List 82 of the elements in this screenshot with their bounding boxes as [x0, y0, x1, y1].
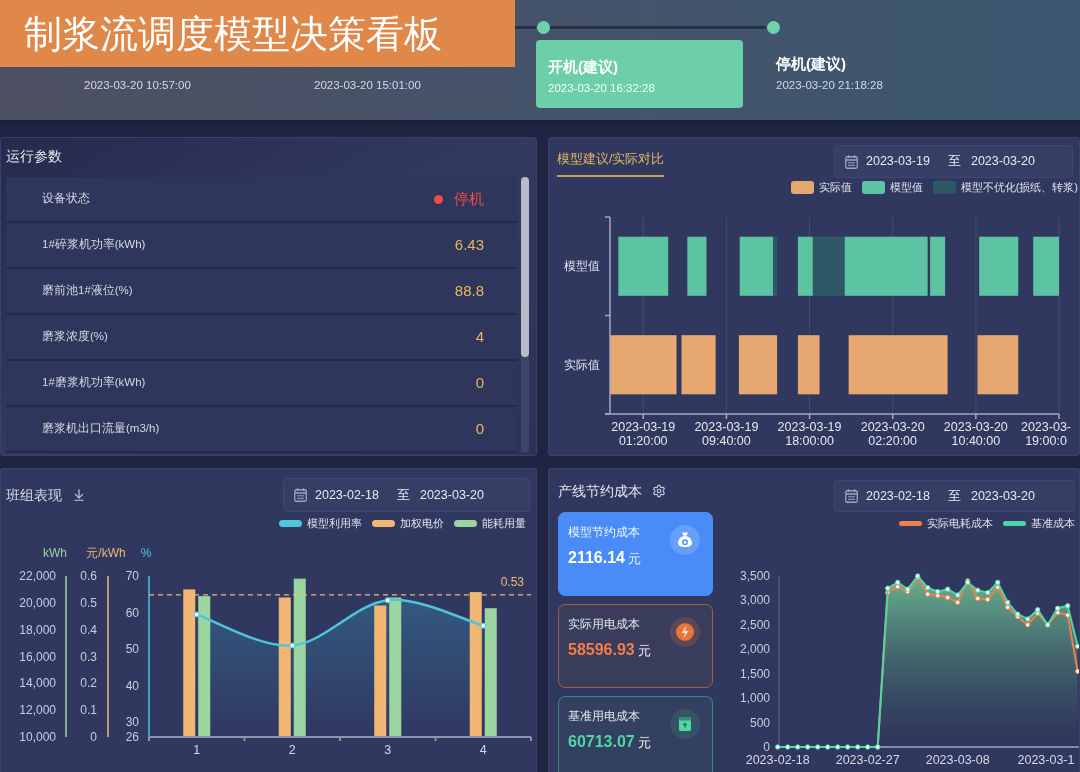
axis-label: 30 [125, 715, 139, 730]
card-unit: 元 [627, 551, 641, 568]
panel-title: 模型建议/实际对比 [557, 151, 665, 177]
axis-label: 2,000 [739, 642, 770, 657]
parameter-label: 1#磨浆机功率(kWh) [42, 375, 146, 391]
card-label: 实际用电成本 [568, 617, 641, 631]
axis-label: 26 [125, 730, 139, 744]
parameter-value: 0 [475, 418, 484, 439]
axis-unit: kWh [43, 545, 67, 561]
axis-label: 1 [192, 743, 202, 757]
card-unit: 元 [637, 735, 651, 752]
axis-label: 2,500 [739, 617, 770, 632]
axis-label: 2023-03-20 02:20:00 [859, 420, 926, 448]
parameter-label: 1#碎浆机功率(kWh) [42, 237, 146, 253]
axis-label: 14,000 [19, 676, 56, 691]
parameter-value: 0 [475, 372, 484, 393]
legend-label: 能耗用量 [482, 517, 526, 530]
axis-label: 1,000 [739, 691, 770, 706]
card-label: 模型节约成本 [568, 525, 641, 539]
axis-label: 2023-03-1 [1016, 753, 1076, 767]
axis-label: 模型值 [564, 259, 600, 275]
panel-title: 运行参数 [6, 148, 62, 167]
axis-label: 500 [749, 715, 770, 730]
axis-label: 4 [478, 743, 488, 757]
axis-unit: % [140, 545, 152, 561]
legend-label: 模型不优化(损纸、转浆) [960, 181, 1078, 194]
axis-label: 70 [125, 569, 139, 583]
axis-label: 0.4 [80, 622, 97, 637]
axis-label: 0.5 [80, 595, 97, 610]
parameter-value: 4 [475, 326, 484, 347]
axis-label: 2023-02-27 [834, 753, 901, 767]
axis-label: 12,000 [19, 703, 56, 718]
legend-label: 模型值 [889, 181, 923, 194]
axis-label: 1,500 [739, 666, 770, 681]
axis-label: 60 [125, 605, 139, 620]
card-value: 58596.93 [568, 640, 635, 660]
axis-label: 22,000 [19, 569, 56, 583]
legend-label: 加权电价 [400, 517, 444, 530]
axis-label: 18,000 [19, 622, 56, 637]
status-value: 停机 [454, 188, 484, 209]
axis-label: 40 [125, 678, 139, 693]
axis-label: 3,000 [739, 593, 770, 608]
axis-label: 0.6 [80, 569, 97, 583]
axis-label: 3 [383, 743, 393, 757]
card-label: 基准用电成本 [568, 709, 641, 723]
axis-label: 2023-03- 19:00:0 [1019, 420, 1072, 448]
legend-label: 实际电耗成本 [927, 517, 993, 530]
legend-label: 实际值 [818, 181, 852, 194]
axis-label: 16,000 [19, 649, 56, 664]
axis-label: 2 [287, 743, 297, 757]
parameter-label: 磨前池1#液位(%) [42, 283, 133, 299]
parameter-label: 磨浆机出口流量(m3/h) [42, 421, 160, 437]
panel-title: 产线节约成本 [558, 482, 642, 500]
card-unit: 元 [637, 643, 651, 660]
axis-label: 20,000 [19, 595, 56, 610]
axis-label: 2023-03-19 18:00:00 [776, 420, 843, 448]
axis-label: 0.1 [80, 703, 97, 718]
axis-label: 2023-03-19 09:40:00 [693, 420, 760, 448]
banner-title: 制浆流调度模型决策看板 [0, 0, 515, 67]
legend-label: 模型利用率 [307, 517, 362, 530]
axis-label: 实际值 [564, 357, 600, 373]
parameter-label: 磨浆浓度(%) [42, 329, 108, 345]
parameter-value: 88.8 [454, 280, 484, 301]
axis-label: 50 [125, 642, 139, 657]
card-value: 60713.07 [568, 732, 635, 752]
card-value: 2116.14 [568, 548, 625, 568]
threshold-label: 0.53 [500, 574, 524, 589]
axis-label: 2023-03-20 10:40:00 [942, 420, 1009, 448]
legend-label: 基准成本 [1031, 517, 1075, 530]
axis-label: 2023-03-19 01:20:00 [610, 420, 677, 448]
axis-label: 2023-02-18 [744, 753, 811, 767]
axis-label: 0.3 [80, 649, 97, 664]
axis-label: 2023-03-08 [924, 753, 991, 767]
parameter-label: 设备状态 [42, 191, 90, 207]
axis-label: 3,500 [739, 569, 770, 583]
axis-unit: 元/kWh [86, 545, 126, 561]
axis-label: 0 [90, 730, 97, 744]
axis-label: 10,000 [19, 730, 56, 744]
parameter-value: 6.43 [454, 234, 484, 255]
panel-title: 班组表现 [6, 486, 62, 504]
axis-label: 0 [763, 740, 770, 754]
axis-label: 0.2 [80, 676, 97, 691]
